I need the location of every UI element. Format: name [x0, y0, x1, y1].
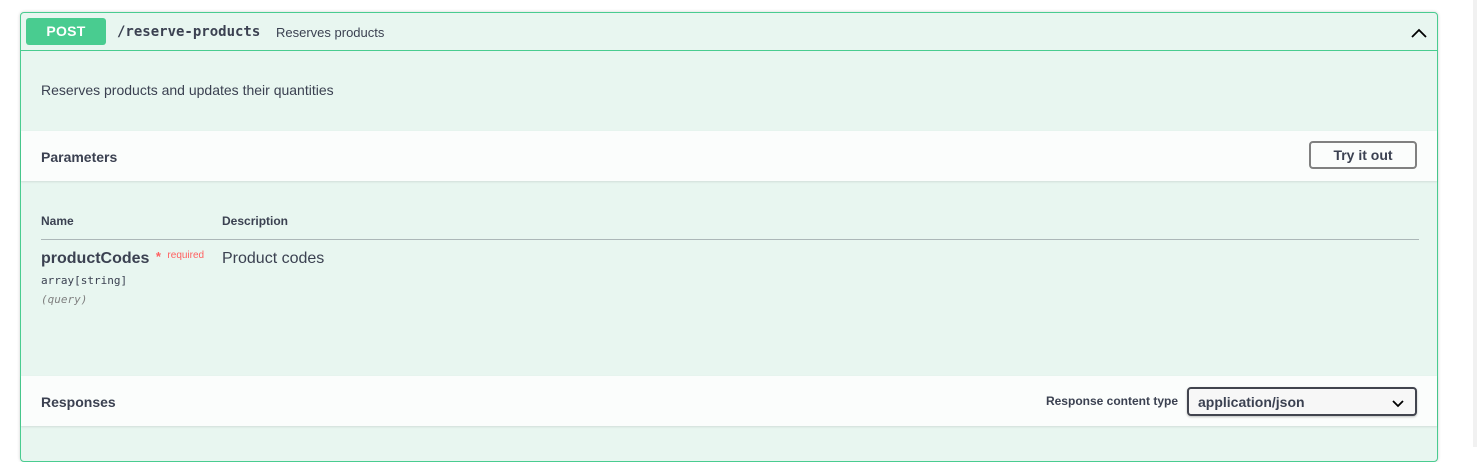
column-header-description: Description — [222, 214, 289, 228]
parameter-name-text: productCodes — [41, 250, 150, 267]
chevron-up-icon[interactable] — [1409, 23, 1429, 43]
http-method-badge: POST — [26, 18, 106, 45]
table-divider — [41, 239, 1419, 240]
responses-title: Responses — [41, 394, 116, 410]
operation-summary-text: Reserves products — [276, 25, 385, 40]
operation-path: /reserve-products — [117, 24, 261, 40]
parameter-type: array[string] — [41, 274, 128, 287]
parameter-location: (query) — [41, 293, 88, 306]
responses-header: Responses Response content type applicat… — [21, 376, 1437, 426]
operation-block: POST /reserve-products Reserves products… — [20, 12, 1438, 462]
column-header-name: Name — [41, 214, 74, 228]
parameters-header: Parameters Try it out — [21, 131, 1437, 181]
parameters-title: Parameters — [41, 149, 118, 165]
page-scrollbar[interactable] — [1473, 0, 1477, 447]
parameter-name: productCodes * required — [41, 249, 205, 268]
response-content-type-label: Response content type — [1045, 394, 1178, 408]
response-content-type-value: application/json — [1198, 394, 1305, 410]
required-label: required — [167, 250, 205, 261]
chevron-down-icon — [1392, 400, 1404, 408]
required-asterisk: * — [155, 249, 161, 264]
try-it-out-button[interactable]: Try it out — [1309, 141, 1417, 169]
operation-summary[interactable]: POST /reserve-products Reserves products — [21, 13, 1437, 51]
response-content-type-select[interactable]: application/json — [1187, 387, 1417, 416]
operation-description: Reserves products and updates their quan… — [41, 82, 334, 98]
parameter-description: Product codes — [222, 250, 325, 267]
